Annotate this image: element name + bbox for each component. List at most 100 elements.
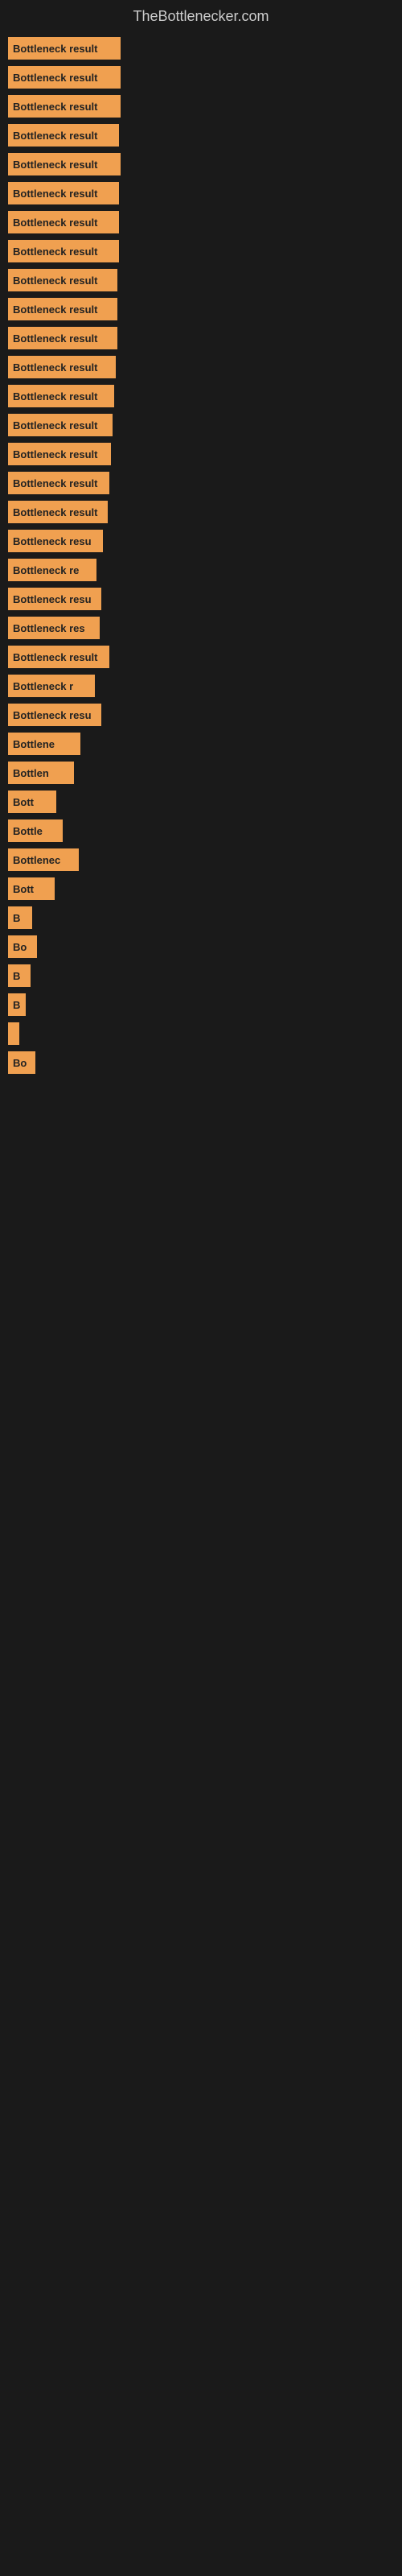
- bottleneck-bar[interactable]: Bo: [8, 1051, 35, 1074]
- bar-label: Bottleneck r: [13, 680, 73, 692]
- bottleneck-bar[interactable]: Bottleneck result: [8, 385, 114, 407]
- bottleneck-bar[interactable]: Bott: [8, 791, 56, 813]
- bottleneck-bar[interactable]: Bottlene: [8, 733, 80, 755]
- bottleneck-bar[interactable]: Bottleneck result: [8, 414, 113, 436]
- bottleneck-bar[interactable]: Bottleneck resu: [8, 530, 103, 552]
- bar-label: Bottleneck resu: [13, 593, 92, 605]
- bar-label: Bottleneck result: [13, 72, 97, 84]
- bottleneck-bar[interactable]: Bottle: [8, 819, 63, 842]
- bar-row: B: [8, 906, 394, 929]
- bottleneck-bar[interactable]: [8, 1022, 19, 1045]
- bar-row: Bottleneck r: [8, 675, 394, 697]
- bottleneck-bar[interactable]: Bottleneck result: [8, 356, 116, 378]
- bar-row: Bottleneck resu: [8, 588, 394, 610]
- bar-label: Bottleneck result: [13, 159, 97, 171]
- bottleneck-bar[interactable]: Bottleneck resu: [8, 588, 101, 610]
- bar-label: Bottleneck result: [13, 477, 97, 489]
- bar-row: Bottleneck result: [8, 124, 394, 147]
- bottleneck-bar[interactable]: B: [8, 964, 31, 987]
- bottleneck-bar[interactable]: Bottleneck result: [8, 298, 117, 320]
- bar-row: Bottlen: [8, 762, 394, 784]
- bottleneck-bar[interactable]: Bottleneck r: [8, 675, 95, 697]
- bottleneck-bar[interactable]: Bottleneck result: [8, 124, 119, 147]
- bottleneck-bar[interactable]: Bottleneck result: [8, 646, 109, 668]
- bars-container: Bottleneck result Bottleneck result Bottle…: [0, 37, 402, 1080]
- bar-row: Bottleneck result: [8, 66, 394, 89]
- bar-row: Bottleneck result: [8, 414, 394, 436]
- bottleneck-bar[interactable]: B: [8, 993, 26, 1016]
- bar-label: Bottleneck resu: [13, 535, 92, 547]
- bar-row: Bottleneck re: [8, 559, 394, 581]
- bottleneck-bar[interactable]: Bottleneck result: [8, 153, 121, 175]
- bottleneck-bar[interactable]: Bottleneck result: [8, 472, 109, 494]
- bar-row: Bottleneck result: [8, 385, 394, 407]
- bar-row: Bottleneck result: [8, 240, 394, 262]
- bar-label: Bottleneck result: [13, 390, 97, 402]
- bar-label: Bottleneck result: [13, 361, 97, 374]
- bar-row: Bottleneck result: [8, 646, 394, 668]
- bar-label: Bo: [13, 1057, 27, 1069]
- bottleneck-bar[interactable]: Bottleneck re: [8, 559, 96, 581]
- bar-label: Bottleneck result: [13, 188, 97, 200]
- bar-row: [8, 1022, 394, 1045]
- bottleneck-bar[interactable]: Bott: [8, 877, 55, 900]
- bar-label: Bottleneck result: [13, 419, 97, 431]
- bar-row: Bottleneck result: [8, 182, 394, 204]
- bar-row: Bottleneck result: [8, 472, 394, 494]
- bar-row: Bottleneck result: [8, 95, 394, 118]
- bar-label: Bottleneck result: [13, 130, 97, 142]
- bottleneck-bar[interactable]: Bottlenec: [8, 848, 79, 871]
- bar-label: Bo: [13, 941, 27, 953]
- bar-row: Bottlene: [8, 733, 394, 755]
- bar-label: Bottleneck result: [13, 506, 97, 518]
- bar-row: Bottleneck result: [8, 298, 394, 320]
- bar-label: Bottleneck result: [13, 246, 97, 258]
- bar-row: Bottleneck result: [8, 501, 394, 523]
- bar-row: B: [8, 993, 394, 1016]
- bottleneck-bar[interactable]: Bo: [8, 935, 37, 958]
- bottleneck-bar[interactable]: Bottleneck result: [8, 327, 117, 349]
- bar-row: Bottleneck result: [8, 269, 394, 291]
- bar-row: Bott: [8, 791, 394, 813]
- bottleneck-bar[interactable]: Bottleneck result: [8, 211, 119, 233]
- bottleneck-bar[interactable]: Bottleneck result: [8, 95, 121, 118]
- bar-row: Bottle: [8, 819, 394, 842]
- bar-label: B: [13, 970, 20, 982]
- bottleneck-bar[interactable]: B: [8, 906, 32, 929]
- bar-label: Bottleneck resu: [13, 709, 92, 721]
- bar-label: Bottleneck result: [13, 101, 97, 113]
- bottleneck-bar[interactable]: Bottleneck res: [8, 617, 100, 639]
- bottleneck-bar[interactable]: Bottleneck result: [8, 269, 117, 291]
- bar-row: Bottlenec: [8, 848, 394, 871]
- bar-label: Bottlen: [13, 767, 49, 779]
- bar-label: Bottle: [13, 825, 43, 837]
- bar-row: B: [8, 964, 394, 987]
- bar-label: Bottleneck result: [13, 448, 97, 460]
- bar-row: Bottleneck result: [8, 37, 394, 60]
- bar-row: Bottleneck result: [8, 327, 394, 349]
- bar-label: Bottleneck result: [13, 332, 97, 345]
- bar-label: Bott: [13, 796, 34, 808]
- bottleneck-bar[interactable]: Bottleneck result: [8, 240, 119, 262]
- bottleneck-bar[interactable]: Bottleneck resu: [8, 704, 101, 726]
- bar-label: Bottleneck result: [13, 651, 97, 663]
- bar-row: Bottleneck res: [8, 617, 394, 639]
- bar-label: Bottleneck result: [13, 217, 97, 229]
- site-title: TheBottlenecker.com: [0, 0, 402, 37]
- bar-row: Bo: [8, 1051, 394, 1074]
- bar-row: Bo: [8, 935, 394, 958]
- bar-row: Bottleneck resu: [8, 704, 394, 726]
- bottleneck-bar[interactable]: Bottleneck result: [8, 37, 121, 60]
- bar-row: Bottleneck result: [8, 211, 394, 233]
- bar-label: Bottleneck re: [13, 564, 79, 576]
- bottleneck-bar[interactable]: Bottleneck result: [8, 501, 108, 523]
- bar-row: Bottleneck resu: [8, 530, 394, 552]
- bottleneck-bar[interactable]: Bottleneck result: [8, 443, 111, 465]
- bar-label: Bottlene: [13, 738, 55, 750]
- bottleneck-bar[interactable]: Bottleneck result: [8, 66, 121, 89]
- bottleneck-bar[interactable]: Bottlen: [8, 762, 74, 784]
- bar-row: Bottleneck result: [8, 356, 394, 378]
- bottleneck-bar[interactable]: Bottleneck result: [8, 182, 119, 204]
- bar-label: Bottleneck result: [13, 275, 97, 287]
- bar-label: Bottlenec: [13, 854, 60, 866]
